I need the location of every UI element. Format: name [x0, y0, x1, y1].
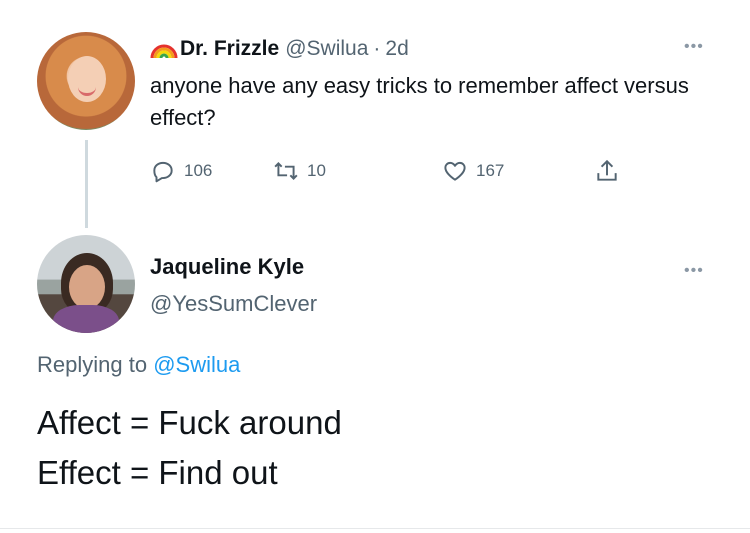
tweet-actions: 106 10 167 — [150, 158, 630, 190]
thread-line — [85, 140, 88, 228]
heart-icon — [444, 161, 466, 181]
replying-to-line: Replying to @Swilua — [37, 352, 240, 378]
retweet-button[interactable]: 10 — [273, 158, 326, 184]
like-count: 167 — [476, 161, 505, 180]
replying-to-mention[interactable]: @Swilua — [153, 352, 240, 377]
separator-dot: · — [373, 37, 381, 60]
tweet-timestamp[interactable]: 2d — [385, 37, 408, 61]
share-icon — [597, 159, 617, 181]
more-options-button[interactable]: ••• — [684, 38, 704, 56]
author-display-name[interactable]: Dr. Frizzle — [180, 37, 279, 61]
reply-more-options-button[interactable]: ••• — [684, 262, 704, 280]
divider — [0, 528, 750, 529]
reply-author-display-name[interactable]: Jaqueline Kyle — [150, 254, 304, 280]
reply-icon — [153, 161, 173, 183]
reply-text: Affect = Fuck around Effect = Find out — [37, 398, 342, 498]
tweet-author-row: Dr. Frizzle @Swilua · 2d — [150, 36, 409, 62]
avatar-face — [69, 265, 105, 309]
reply-author-handle[interactable]: @YesSumClever — [150, 291, 317, 317]
retweet-icon — [274, 162, 298, 180]
more-icon: ••• — [684, 262, 704, 279]
reply-line: Effect = Find out — [37, 454, 278, 491]
avatar-shirt — [53, 305, 119, 333]
like-button[interactable]: 167 — [442, 158, 504, 184]
reply-avatar[interactable] — [37, 235, 135, 333]
reply-button[interactable]: 106 — [150, 158, 212, 184]
avatar[interactable] — [37, 32, 135, 130]
more-icon: ••• — [684, 38, 704, 55]
tweet-text: anyone have any easy tricks to remember … — [150, 73, 689, 130]
replying-prefix: Replying to — [37, 352, 148, 377]
reply-line: Affect = Fuck around — [37, 404, 342, 441]
rainbow-icon — [150, 44, 178, 59]
retweet-count: 10 — [307, 161, 326, 180]
share-button[interactable] — [594, 158, 620, 184]
original-tweet: Dr. Frizzle @Swilua · 2d ••• anyone have… — [0, 0, 750, 230]
author-handle[interactable]: @Swilua — [285, 37, 368, 61]
reply-count: 106 — [184, 161, 213, 180]
